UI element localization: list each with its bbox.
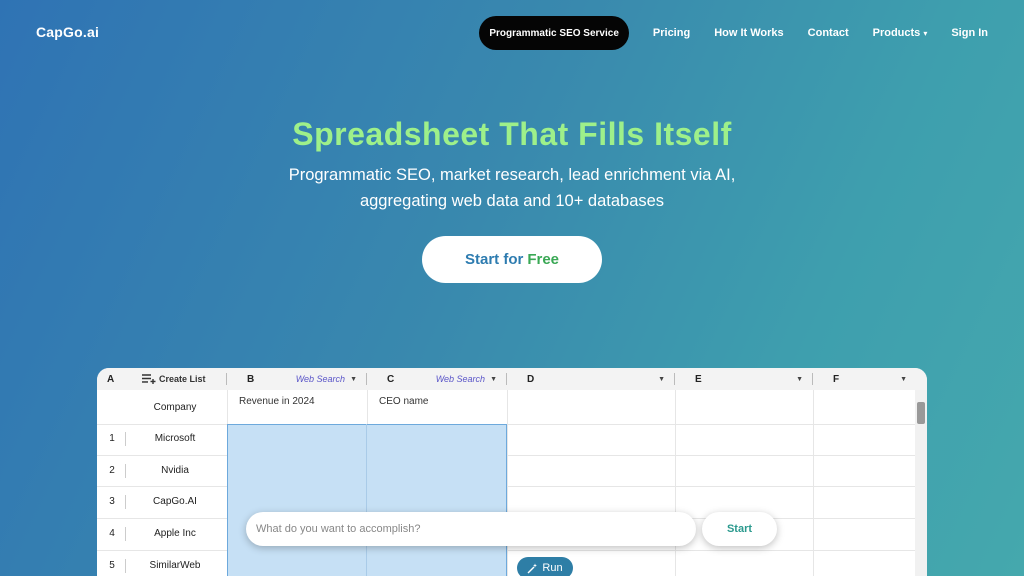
magic-wand-icon (527, 563, 538, 573)
selected-cell-range[interactable] (227, 424, 507, 576)
top-nav: Programmatic SEO Service Pricing How It … (479, 16, 988, 50)
start-button[interactable]: Start (702, 512, 777, 546)
column-letter-e: E (695, 373, 702, 385)
header-cell-revenue[interactable]: Revenue in 2024 (239, 396, 315, 407)
cell-company[interactable]: Nvidia (127, 465, 223, 476)
column-letter-f: F (833, 373, 840, 385)
start-for-free-button[interactable]: Start for Free (422, 236, 602, 283)
row-number[interactable]: 1 (97, 433, 127, 444)
nav-how-it-works[interactable]: How It Works (714, 27, 783, 39)
column-header-row: A Create List B Web Search ▼ C Web Searc… (97, 368, 927, 390)
hero-subtitle-line-1: Programmatic SEO, market research, lead … (288, 166, 736, 184)
row-number[interactable]: 4 (97, 528, 127, 539)
column-header-d[interactable]: D ▼ (507, 368, 675, 390)
column-header-c[interactable]: C Web Search ▼ (367, 368, 507, 390)
row-number[interactable]: 3 (97, 496, 127, 507)
column-c-source: Web Search (435, 374, 486, 384)
create-list-label: Create List (159, 374, 206, 384)
hero-subtitle: Programmatic SEO, market research, lead … (0, 162, 1024, 214)
column-letter-d: D (527, 373, 535, 385)
nav-products[interactable]: Products ▾ (873, 27, 928, 39)
hero-title: Spreadsheet That Fills Itself (292, 116, 732, 152)
cell-company[interactable]: Apple Inc (127, 528, 223, 539)
cta-text-free: Free (527, 251, 560, 268)
column-header-f[interactable]: F ▼ (813, 368, 917, 390)
column-letter-b: B (247, 373, 255, 385)
row-number[interactable]: 2 (97, 465, 127, 476)
list-add-icon (142, 374, 156, 384)
row-number[interactable]: 5 (97, 560, 127, 571)
column-header-b[interactable]: B Web Search ▼ (227, 368, 367, 390)
chevron-down-icon[interactable]: ▼ (900, 376, 907, 383)
cell-company[interactable]: CapGo.AI (127, 496, 223, 507)
prompt-input[interactable] (246, 512, 696, 546)
nav-pricing[interactable]: Pricing (653, 27, 690, 39)
header-cell-company[interactable]: Company (127, 402, 223, 413)
chevron-down-icon[interactable]: ▼ (658, 376, 665, 383)
brand-logo[interactable]: CapGo.ai (36, 24, 99, 40)
chevron-down-icon: ▾ (923, 28, 928, 38)
nav-programmatic-seo-service[interactable]: Programmatic SEO Service (479, 16, 629, 50)
cell-company[interactable]: Microsoft (127, 433, 223, 444)
header-cell-ceo-name[interactable]: CEO name (379, 396, 428, 407)
selection-divider (366, 424, 367, 576)
nav-sign-in[interactable]: Sign In (951, 27, 988, 39)
scrollbar-thumb[interactable] (917, 402, 925, 424)
column-letter-a: A (107, 373, 115, 385)
run-button[interactable]: Run (517, 557, 573, 576)
column-header-a[interactable]: A (107, 368, 147, 390)
nav-products-label: Products (872, 27, 921, 39)
nav-contact[interactable]: Contact (808, 27, 849, 39)
run-label: Run (542, 562, 563, 574)
cell-company[interactable]: SimilarWeb (127, 560, 223, 571)
cta-text-start-for: Start for (464, 251, 524, 268)
chevron-down-icon[interactable]: ▼ (796, 376, 803, 383)
vertical-scrollbar[interactable] (915, 390, 927, 576)
column-b-source: Web Search (295, 374, 346, 384)
column-letter-c: C (387, 373, 395, 385)
column-header-e[interactable]: E ▼ (675, 368, 813, 390)
chevron-down-icon[interactable]: ▼ (350, 376, 357, 383)
chevron-down-icon[interactable]: ▼ (490, 376, 497, 383)
create-list-button[interactable]: Create List (142, 368, 227, 390)
hero-subtitle-line-2: aggregating web data and 10+ databases (359, 192, 665, 210)
